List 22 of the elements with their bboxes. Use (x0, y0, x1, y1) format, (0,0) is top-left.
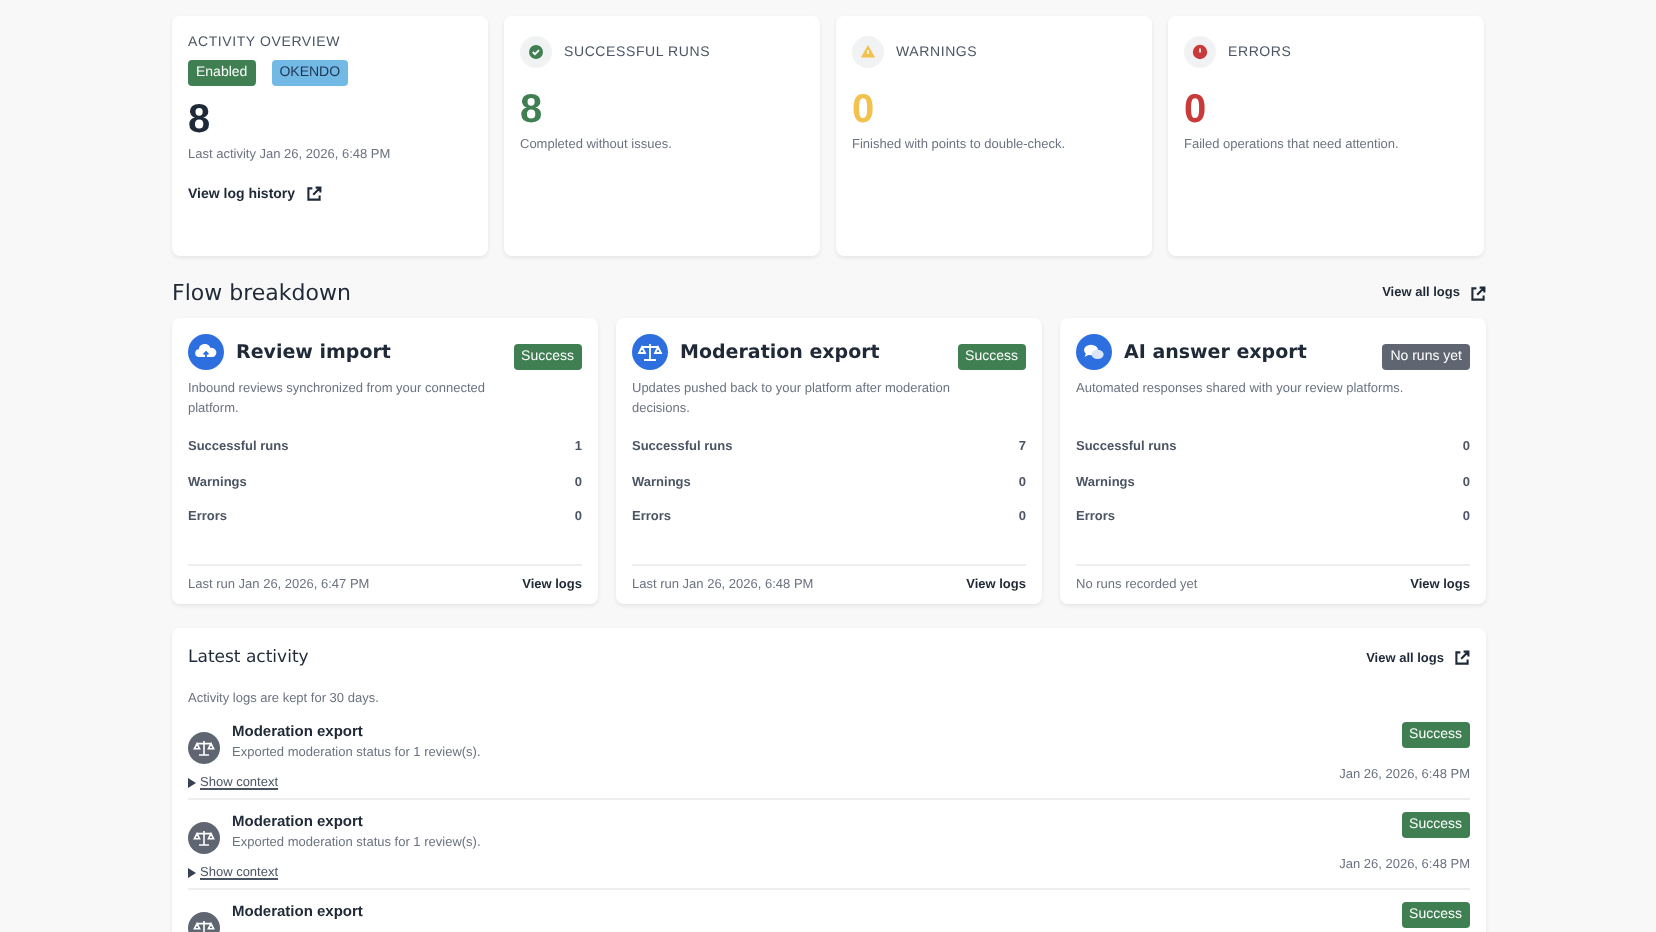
scale-icon (632, 334, 668, 370)
stat-value: 0 (1184, 88, 1209, 134)
external-link-icon (1454, 650, 1470, 666)
external-link-icon (305, 186, 322, 202)
flow-title: AI answer export (1124, 341, 1309, 363)
stat-value: 0 (852, 88, 877, 134)
flow-title: Moderation export (680, 341, 882, 363)
external-link-icon (1470, 285, 1486, 301)
warning-icon (852, 36, 884, 68)
scale-icon (188, 732, 220, 764)
flow-title: Review import (236, 341, 393, 363)
check-circle-icon (520, 36, 552, 68)
run-count: 8 (188, 98, 213, 144)
section-title: Flow breakdown (172, 280, 351, 306)
cloud-icon (188, 334, 224, 370)
scale-icon (188, 822, 220, 854)
error-icon (1184, 36, 1216, 68)
chat-bubbles-icon (1076, 334, 1112, 370)
caret-icon (188, 778, 196, 788)
section-title: Latest activity (188, 648, 309, 668)
caret-icon (188, 868, 196, 878)
stat-value: 8 (520, 88, 545, 134)
